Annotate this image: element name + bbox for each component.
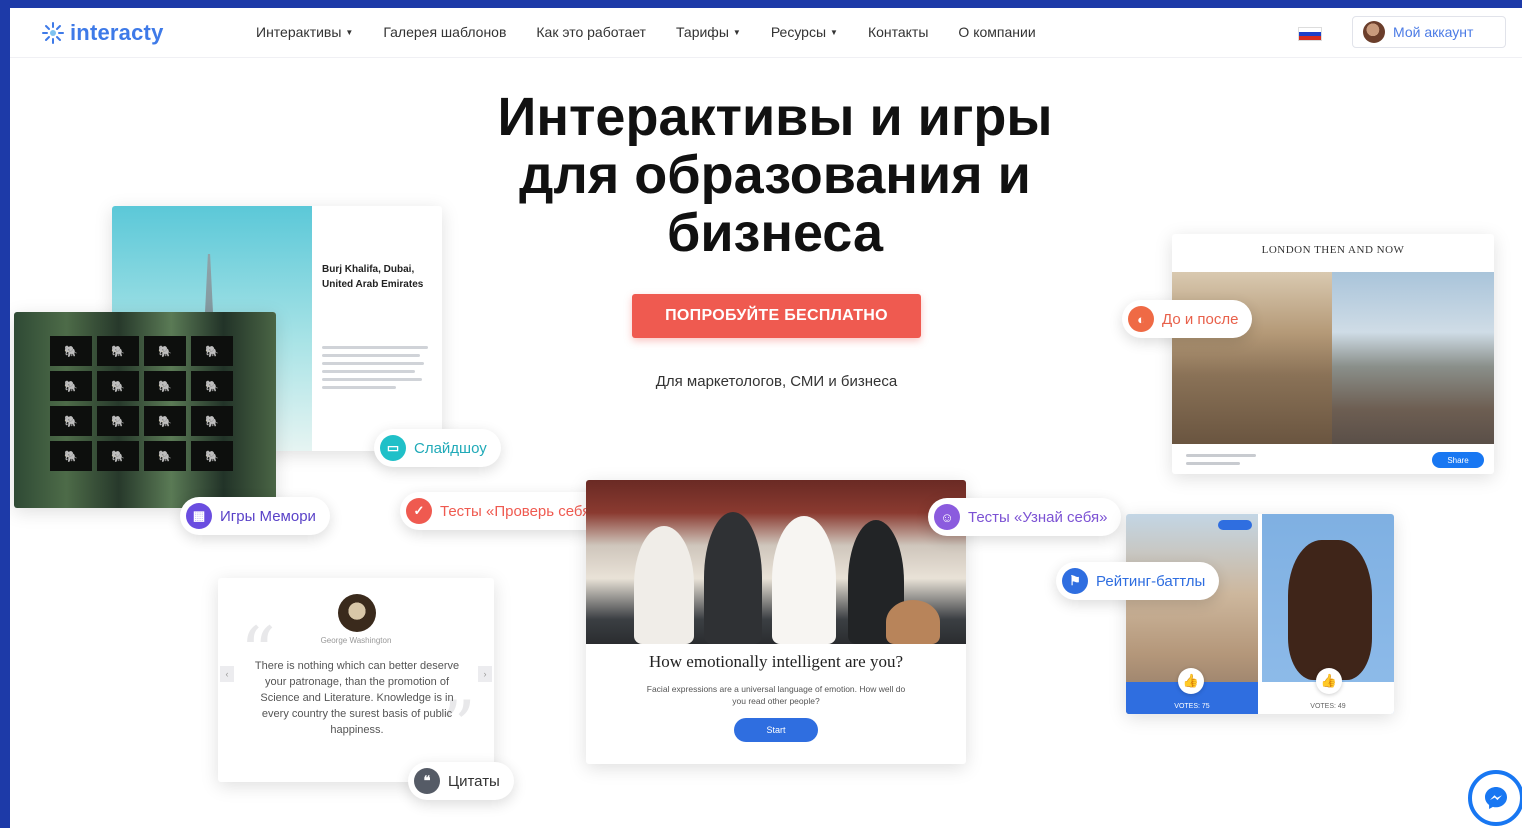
pill-label: Рейтинг-баттлы (1096, 572, 1206, 590)
before-after-card[interactable]: LONDON THEN AND NOW Share (1172, 234, 1494, 474)
memory-grid: 🐘 🐘 🐘 🐘 🐘 🐘 🐘 🐘 🐘 🐘 🐘 🐘 🐘 🐘 🐘 🐘 (50, 336, 233, 471)
friends-photo (586, 480, 966, 644)
slide-heading-line: Burj Khalifa, Dubai, (322, 264, 415, 275)
quote-icon: ❝ (414, 768, 440, 794)
nav-item-gallery[interactable]: Галерея шаблонов (383, 24, 506, 40)
messenger-icon[interactable] (1468, 770, 1522, 826)
ru-flag-icon[interactable] (1298, 27, 1322, 41)
nav-label: Контакты (867, 24, 929, 40)
account-button[interactable]: Мой аккаунт (1352, 16, 1506, 48)
pill-label: Тесты «Узнай себя» (968, 508, 1108, 526)
memory-tile: 🐘 (144, 441, 186, 471)
prev-arrow-icon[interactable]: ‹ (220, 666, 234, 682)
slide-heading: Burj Khalifa, Dubai, United Arab Emirate… (322, 262, 432, 292)
memory-tile: 🐘 (50, 406, 92, 436)
personality-pill[interactable]: ☺ Тесты «Узнай себя» (928, 498, 1122, 536)
memory-tile: 🐘 (144, 371, 186, 401)
memory-tile: 🐘 (97, 441, 139, 471)
nav-label: Тарифы (675, 24, 729, 40)
page-frame: interacty Интерактивы ▼ Галерея шаблонов … (10, 8, 1522, 828)
author-avatar (338, 594, 376, 632)
logo-icon (42, 22, 64, 44)
next-arrow-icon[interactable]: › (478, 666, 492, 682)
nav-item-about[interactable]: О компании (958, 24, 1035, 40)
nav-label: О компании (958, 24, 1036, 40)
nav-label: Интерактивы (256, 24, 342, 40)
pill-label: Тесты «Проверь себя» (440, 502, 599, 520)
slideshow-icon: ▭ (380, 435, 406, 461)
test-description: Facial expressions are a universal langu… (646, 684, 906, 706)
nav-item-how-it-works[interactable]: Как это работает (536, 24, 646, 40)
caret-down-icon: ▼ (345, 27, 354, 37)
before-after-icon: ◐ (1128, 306, 1154, 332)
rating-battle-card[interactable]: VOTES: 75 VOTES: 49 👍 👍 (1126, 514, 1394, 714)
memory-tile: 🐘 (191, 406, 233, 436)
thumb-up-icon[interactable]: 👍 (1316, 668, 1342, 694)
slide-heading-line: United Arab Emirates (322, 279, 424, 290)
share-button[interactable]: Share (1432, 452, 1484, 468)
quote-text: There is nothing which can better deserv… (254, 660, 460, 736)
hero-title: Интерактивы и игры для образования и биз… (450, 88, 1100, 262)
quiz-icon: ✓ (406, 498, 432, 524)
pill-label: До и после (1162, 310, 1239, 328)
memory-tile: 🐘 (97, 336, 139, 366)
before-after-pill[interactable]: ◐ До и после (1122, 300, 1253, 338)
person-icon: ☺ (934, 504, 960, 530)
logo-text: interacty (70, 20, 164, 45)
test-title: How emotionally intelligent are you? (649, 652, 903, 671)
caret-down-icon: ▼ (732, 27, 741, 37)
old-london-image (1172, 272, 1332, 444)
hero-title-line: для образования и (519, 145, 1031, 205)
thumb-up-icon[interactable]: 👍 (1178, 668, 1204, 694)
memory-tile: 🐘 (144, 336, 186, 366)
nav-item-contacts[interactable]: Контакты (868, 24, 928, 40)
messenger-glyph (1485, 787, 1507, 809)
memory-tile: 🐘 (191, 441, 233, 471)
memory-tile: 🐘 (97, 406, 139, 436)
memory-tile: 🐘 (97, 371, 139, 401)
memory-card[interactable]: 🐘 🐘 🐘 🐘 🐘 🐘 🐘 🐘 🐘 🐘 🐘 🐘 🐘 🐘 🐘 🐘 (14, 312, 276, 508)
memory-tile: 🐘 (50, 441, 92, 471)
pill-label: Игры Мемори (220, 507, 316, 525)
memory-tile: 🐘 (144, 406, 186, 436)
hero-title-line: Интерактивы и игры (497, 87, 1053, 147)
nav-item-interactives[interactable]: Интерактивы ▼ (256, 24, 353, 40)
quote-author: George Washington (320, 636, 392, 645)
votes-badge (1218, 520, 1252, 530)
slide-text-lines (322, 346, 428, 394)
quiz-pill[interactable]: ✓ Тесты «Проверь себя» (400, 492, 613, 530)
pill-label: Слайдшоу (414, 439, 487, 457)
memory-tile: 🐘 (50, 336, 92, 366)
nav-label: Ресурсы (770, 24, 827, 40)
slideshow-pill[interactable]: ▭ Слайдшоу (374, 429, 501, 467)
nav-item-resources[interactable]: Ресурсы ▼ (771, 24, 838, 40)
rating-pill[interactable]: ⚑ Рейтинг-баттлы (1056, 562, 1220, 600)
top-navbar: interacty Интерактивы ▼ Галерея шаблонов … (10, 8, 1522, 58)
nav-item-pricing[interactable]: Тарифы ▼ (676, 24, 741, 40)
memory-tile: 🐘 (191, 371, 233, 401)
hero-subtitle: Для маркетологов, СМИ и бизнеса (655, 373, 898, 390)
start-button[interactable]: Start (734, 718, 818, 742)
rating-icon: ⚑ (1062, 568, 1088, 594)
logo[interactable]: interacty (40, 20, 164, 46)
memory-pill[interactable]: ▦ Игры Мемори (180, 497, 330, 535)
new-london-image (1332, 272, 1494, 444)
personality-test-card[interactable]: How emotionally intelligent are you? Fac… (586, 480, 966, 764)
try-free-button[interactable]: ПОПРОБУЙТЕ БЕСПЛАТНО (632, 294, 921, 338)
before-after-title: LONDON THEN AND NOW (1261, 244, 1405, 256)
memory-tile: 🐘 (191, 336, 233, 366)
quote-pill[interactable]: ❝ Цитаты (408, 762, 514, 800)
avatar (1363, 21, 1385, 43)
nav-label: Как это работает (536, 24, 646, 40)
caret-down-icon: ▼ (830, 27, 838, 37)
hero-title-line: бизнеса (666, 203, 884, 263)
quote-card[interactable]: “ ” George Washington ‹ › There is nothi… (218, 578, 494, 782)
main-nav: Интерактивы ▼ Галерея шаблонов Как это ра… (256, 24, 1066, 40)
nav-label: Галерея шаблонов (383, 24, 507, 40)
memory-grid-icon: ▦ (186, 503, 212, 529)
pill-label: Цитаты (448, 772, 500, 790)
account-label: Мой аккаунт (1393, 24, 1474, 40)
memory-tile: 🐘 (50, 371, 92, 401)
